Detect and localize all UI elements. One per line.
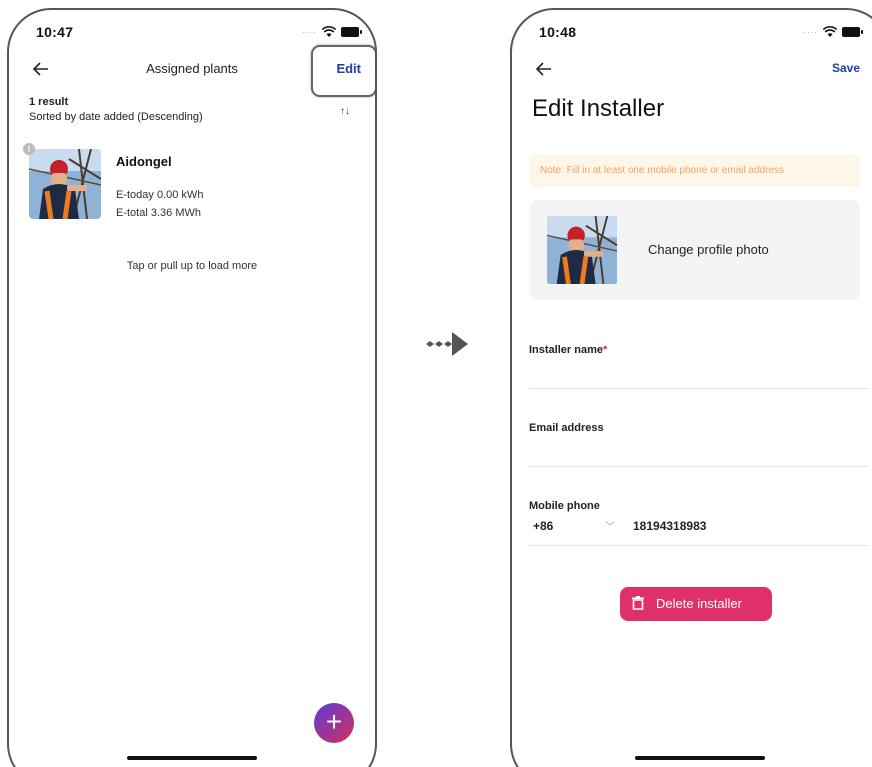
field-underline: [529, 545, 869, 546]
add-plant-button[interactable]: +: [314, 703, 354, 743]
add-icon: +: [325, 706, 343, 737]
load-more-hint[interactable]: Tap or pull up to load more: [9, 260, 375, 272]
field-underline: [529, 388, 869, 389]
result-count: 1 result: [29, 96, 69, 108]
status-time: 10:48: [539, 24, 577, 40]
status-icons: ····: [803, 26, 863, 38]
transition-arrow-icon: [426, 332, 468, 356]
battery-icon: [842, 27, 863, 37]
status-time: 10:47: [36, 24, 74, 40]
profile-photo: [546, 216, 618, 284]
nav-bar: Save: [512, 58, 872, 82]
phone-screen-assigned-plants: 10:47 ···· Assigned plants Edit 1 result…: [7, 8, 377, 767]
trash-icon: [632, 596, 644, 610]
wifi-icon: [823, 26, 837, 37]
sort-description: Sorted by date added (Descending): [29, 111, 203, 123]
back-arrow-icon[interactable]: [534, 59, 554, 79]
warning-icon: !: [23, 143, 35, 155]
field-underline: [529, 466, 869, 467]
mobile-phone-field: Mobile phone +86 ﹀ 18194318983: [529, 496, 869, 546]
result-summary: 1 result Sorted by date added (Descendin…: [29, 95, 203, 125]
delete-installer-button[interactable]: Delete installer: [620, 587, 772, 621]
country-code-select[interactable]: +86: [533, 519, 553, 533]
sort-icon[interactable]: ↑↓: [340, 106, 350, 117]
status-bar: 10:48 ····: [512, 24, 872, 44]
edit-button[interactable]: Edit: [336, 61, 361, 76]
home-indicator: [127, 756, 257, 760]
change-photo-label[interactable]: Change profile photo: [648, 242, 769, 257]
phone-screen-edit-installer: 10:48 ···· Save Edit Installer Note: Fil…: [510, 8, 872, 767]
installer-name-label: Installer name: [529, 344, 603, 356]
plant-name: Aidongel: [116, 154, 172, 169]
signal-icon: ····: [803, 27, 818, 37]
phone-number-input[interactable]: 18194318983: [633, 519, 706, 533]
nav-bar: Assigned plants Edit: [9, 45, 375, 97]
signal-icon: ····: [302, 27, 317, 37]
required-mark: *: [602, 344, 608, 356]
mobile-label: Mobile phone: [529, 500, 600, 512]
plant-list-item[interactable]: ! Aidongel E-today 0.00 kWh E-total 3.36…: [23, 143, 349, 223]
installer-name-field[interactable]: Installer name*: [529, 340, 869, 390]
chevron-down-icon[interactable]: ﹀: [605, 518, 615, 533]
page-title: Edit Installer: [532, 95, 665, 122]
email-label: Email address: [529, 422, 604, 434]
mobile-phone-row: +86 ﹀ 18194318983: [529, 519, 869, 539]
email-field[interactable]: Email address: [529, 418, 869, 468]
profile-photo-card[interactable]: Change profile photo: [530, 200, 860, 300]
plant-photo: [29, 149, 101, 219]
plant-e-today: E-today 0.00 kWh: [116, 189, 204, 201]
wifi-icon: [322, 26, 336, 37]
status-icons: ····: [302, 26, 362, 38]
home-indicator: [635, 756, 765, 760]
delete-installer-label: Delete installer: [656, 596, 742, 611]
status-bar: 10:47 ····: [9, 24, 375, 44]
note-banner: Note: Fill in at least one mobile phone …: [530, 155, 860, 187]
battery-icon: [341, 27, 362, 37]
save-button[interactable]: Save: [832, 61, 860, 75]
plant-e-total: E-total 3.36 MWh: [116, 207, 201, 219]
edit-highlight-box: Edit: [311, 45, 375, 97]
